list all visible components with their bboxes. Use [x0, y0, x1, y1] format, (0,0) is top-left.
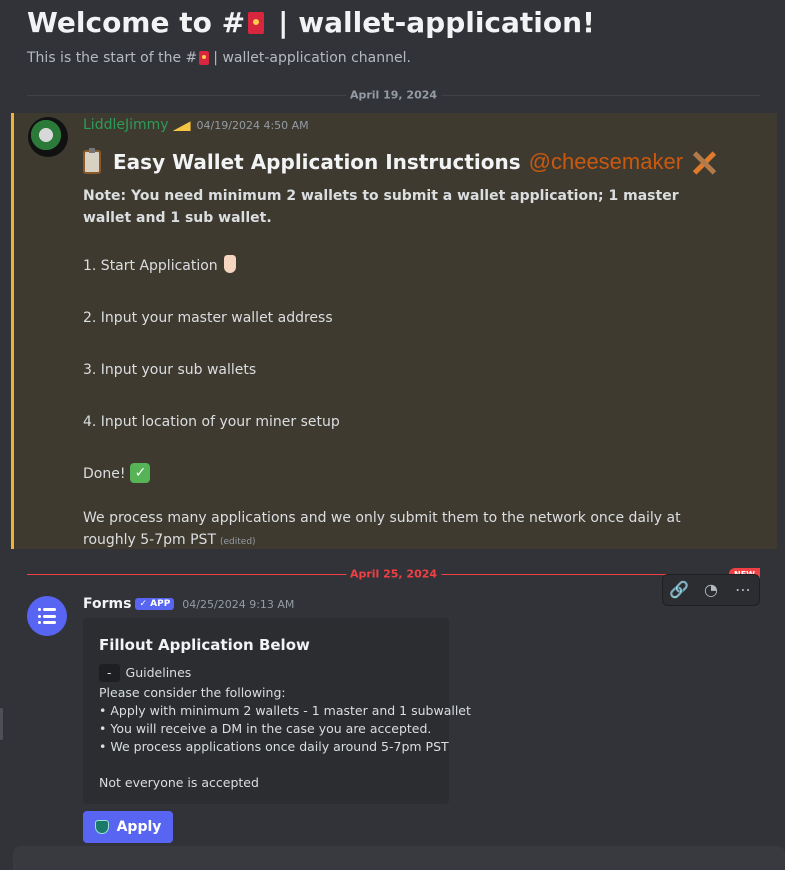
- red-envelope-icon: [248, 12, 265, 34]
- welcome-title: Welcome to # | wallet-application!: [27, 4, 785, 42]
- embed-line: • Apply with minimum 2 wallets - 1 maste…: [99, 703, 471, 718]
- step-text: 2. Input your master wallet address: [83, 310, 333, 326]
- list-icon: [38, 608, 56, 624]
- guidelines-line: - Guidelines: [99, 664, 471, 682]
- title-separator: |: [278, 6, 289, 39]
- timestamp: 04/19/2024 4:50 AM: [196, 118, 309, 132]
- link-icon[interactable]: 🔗: [669, 580, 689, 600]
- embed-line: • We process applications once daily aro…: [99, 739, 449, 754]
- guidelines-label: Guidelines: [125, 665, 192, 680]
- avatar[interactable]: [27, 596, 67, 636]
- channel-header: Welcome to # | wallet-application! This …: [0, 0, 785, 66]
- done-text: Done!: [83, 466, 126, 482]
- message-header: LiddleJimmy 04/19/2024 4:50 AM: [83, 117, 309, 133]
- subtitle-suffix: | wallet-application channel.: [213, 50, 411, 66]
- message-body: Note: You need minimum 2 wallets to subm…: [83, 185, 723, 553]
- note-text: Note: You need minimum 2 wallets to subm…: [83, 188, 679, 226]
- step-text: 3. Input your sub wallets: [83, 362, 257, 378]
- message-header: Forms ✓ APP 04/25/2024 9:13 AM: [83, 596, 294, 612]
- embed: Fillout Application Below - Guidelines Pl…: [83, 618, 471, 804]
- resize-handle[interactable]: [0, 708, 3, 740]
- edited-label: (edited): [220, 537, 256, 547]
- reply-thread-icon[interactable]: ◔: [701, 580, 721, 600]
- username[interactable]: LiddleJimmy: [83, 117, 169, 133]
- dash-chip: -: [99, 664, 120, 682]
- embed-body: - Guidelines Please consider the followin…: [99, 664, 471, 792]
- message-toolbar: 🔗 ◔ ⋯: [662, 574, 760, 606]
- apply-label: Apply: [116, 819, 162, 835]
- final-sentence: We process many applications and we only…: [83, 510, 681, 548]
- check-mark-icon: ✓: [130, 463, 151, 483]
- timestamp: 04/25/2024 9:13 AM: [182, 597, 295, 611]
- username[interactable]: Forms: [83, 596, 131, 612]
- embed-title: Fillout Application Below: [99, 636, 310, 654]
- embed-footer: Not everyone is accepted: [99, 775, 259, 790]
- welcome-prefix: Welcome to #: [27, 6, 246, 39]
- avatar[interactable]: [28, 117, 68, 157]
- point-down-icon: [223, 255, 236, 273]
- step-item: 2. Input your master wallet address: [83, 307, 723, 359]
- step-text: 4. Input location of your miner setup: [83, 414, 340, 430]
- message-heading: Easy Wallet Application Instructions @ch…: [83, 147, 719, 177]
- embed-line: • You will receive a DM in the case you …: [99, 721, 432, 736]
- app-badge: ✓ APP: [135, 598, 175, 610]
- final-text: We process many applications and we only…: [83, 507, 723, 553]
- message-input-bar[interactable]: [13, 846, 785, 870]
- more-icon[interactable]: ⋯: [733, 580, 753, 600]
- cheese-icon: [172, 121, 191, 131]
- message-liddlejimmy[interactable]: LiddleJimmy 04/19/2024 4:50 AM Easy Wall…: [11, 113, 777, 549]
- step-item: 1. Start Application: [83, 255, 723, 307]
- step-text: 1. Start Application: [83, 258, 218, 274]
- step-item: 4. Input location of your miner setup: [83, 411, 723, 463]
- embed-line: Please consider the following:: [99, 685, 286, 700]
- divider-date: April 19, 2024: [345, 88, 442, 102]
- date-divider: April 19, 2024: [27, 88, 760, 102]
- pick-icon: [689, 147, 719, 177]
- new-date-divider: April 25, 2024 NEW: [27, 567, 760, 581]
- clipboard-icon: [83, 148, 101, 174]
- step-item: 3. Input your sub wallets: [83, 359, 723, 411]
- welcome-suffix: wallet-application!: [298, 6, 595, 39]
- subtitle-prefix: This is the start of the #: [27, 50, 198, 66]
- red-envelope-icon: [199, 51, 210, 65]
- shield-icon: [94, 820, 109, 834]
- mention[interactable]: @cheesemaker: [529, 149, 683, 175]
- channel-subtitle: This is the start of the # | wallet-appl…: [27, 50, 785, 66]
- heading-text: Easy Wallet Application Instructions: [113, 150, 521, 174]
- done-line: Done! ✓: [83, 463, 723, 507]
- divider-date: April 25, 2024: [345, 567, 442, 581]
- apply-button[interactable]: Apply: [83, 811, 173, 843]
